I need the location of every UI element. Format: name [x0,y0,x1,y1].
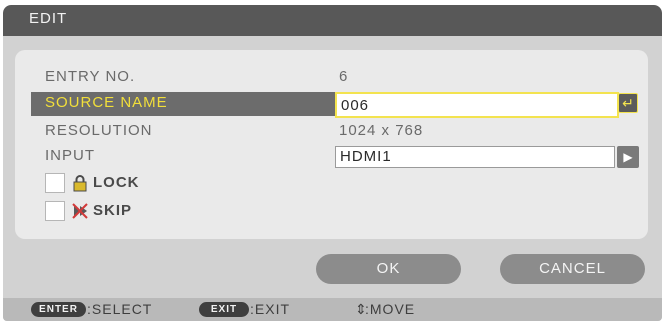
ok-button[interactable]: OK [316,254,461,284]
skip-label: SKIP [93,202,133,219]
skip-checkbox[interactable] [45,201,65,221]
enter-return-icon[interactable]: ↵ [618,93,638,113]
move-hint: :MOVE [365,301,416,317]
lock-label: LOCK [93,174,140,191]
lock-checkbox[interactable] [45,173,65,193]
resolution-value: 1024 x 768 [339,122,424,139]
dialog-title: EDIT [3,5,662,36]
edit-form-panel: ENTRY NO. 6 SOURCE NAME ↵ RESOLUTION 102… [15,50,648,239]
entry-no-value: 6 [339,68,349,85]
lock-row: LOCK [15,173,648,197]
edit-dialog: EDIT ENTRY NO. 6 SOURCE NAME ↵ RESOLUTIO… [3,5,662,321]
source-name-label: SOURCE NAME [45,94,168,111]
input-select[interactable]: HDMI1 [335,146,615,168]
lock-icon [73,175,87,192]
source-name-row[interactable]: SOURCE NAME ↵ [15,92,648,118]
entry-no-row: ENTRY NO. 6 [15,66,648,90]
key-help-bar: ENTER :SELECT EXIT :EXIT ⇕ :MOVE [3,298,662,321]
resolution-row: RESOLUTION 1024 x 768 [15,120,648,144]
exit-hint: :EXIT [250,301,291,317]
input-label: INPUT [45,147,95,164]
play-arrow-icon[interactable]: ▶ [617,146,639,168]
exit-key-badge: EXIT [199,302,249,317]
enter-key-badge: ENTER [31,302,86,317]
select-hint: :SELECT [87,301,153,317]
source-name-input[interactable] [335,92,619,118]
entry-no-label: ENTRY NO. [45,68,136,85]
skip-row: SKIP [15,201,648,225]
cancel-button[interactable]: CANCEL [500,254,645,284]
resolution-label: RESOLUTION [45,122,153,139]
input-row: INPUT HDMI1 ▶ [15,145,648,169]
skip-icon [72,203,88,219]
